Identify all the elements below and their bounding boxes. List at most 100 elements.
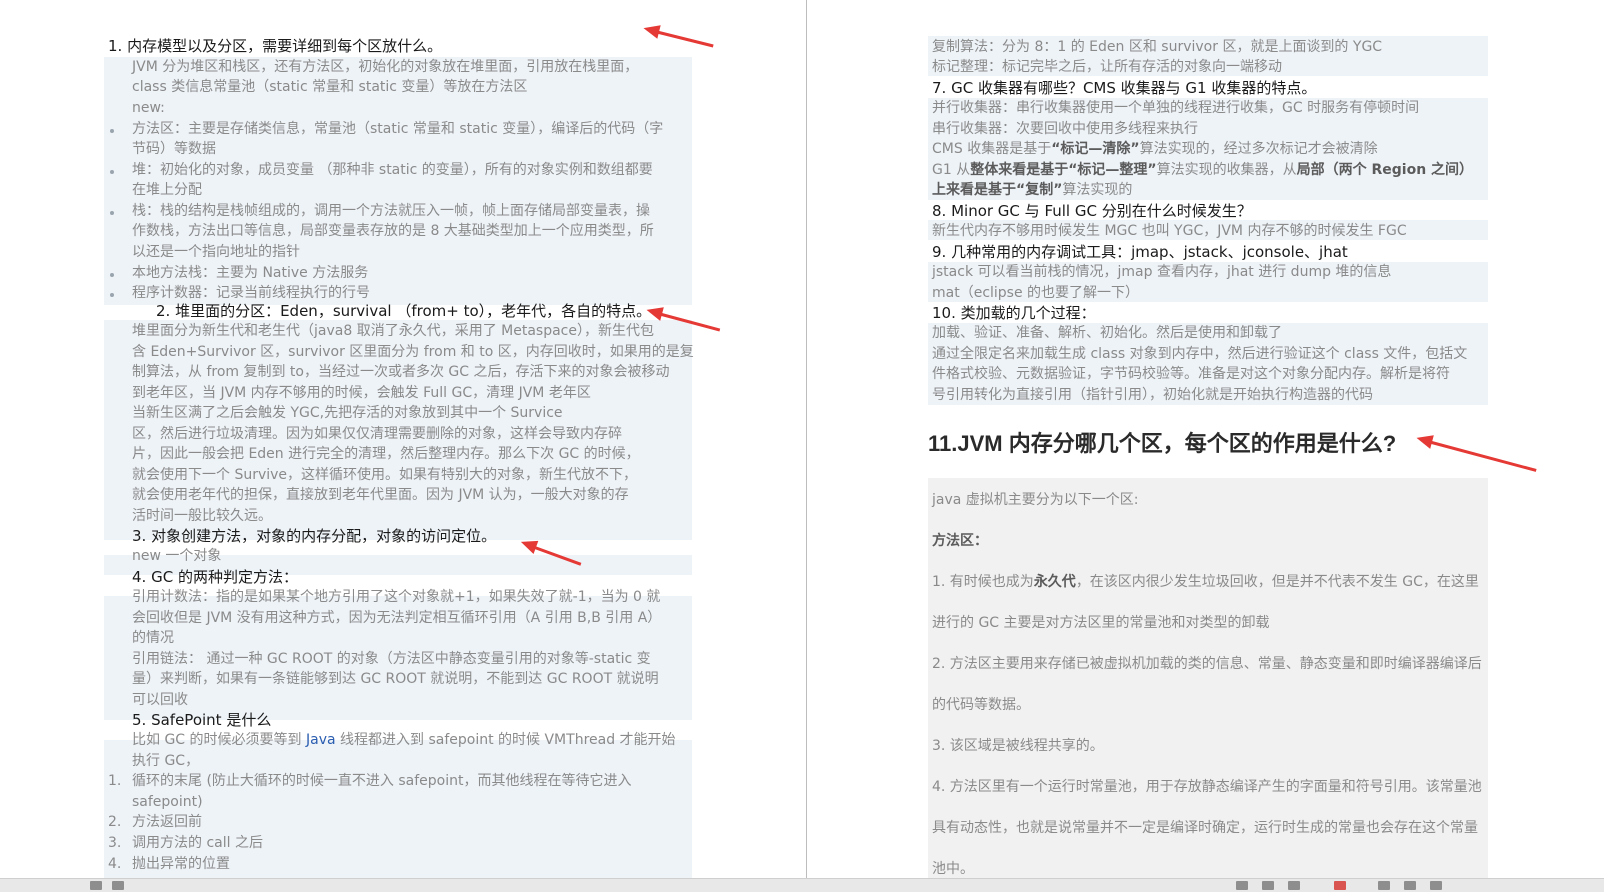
view-mode-icon[interactable] [1262, 881, 1274, 890]
status-bar [0, 878, 1604, 892]
bullet-dot [110, 211, 114, 215]
text-line: 堆里面分为新生代和老生代（java8 取消了永久代，采用了 Metaspace）… [132, 323, 654, 339]
text-line: 片，因此一般会把 Eden 进行完全的清理，然后整理内存。那么下次 GC 的时候… [132, 446, 640, 462]
bullet-dot [110, 129, 114, 133]
text-line: 并行收集器：串行收集器使用一个单独的线程进行收集，GC 时服务有停顿时间 [932, 100, 1420, 116]
text-line: 2. 方法区主要用来存储已被虚拟机加载的类的信息、常量、静态变量和即时编译器编译… [932, 656, 1482, 672]
view-mode-icon[interactable] [1288, 881, 1300, 890]
text-line: 以还是一个指向地址的指针 [132, 244, 300, 260]
layout-icon[interactable] [1378, 881, 1390, 890]
bold-span: 局部（两个 Region 之间） [1296, 162, 1474, 178]
text-span: 线程都进入到 safepoint 的时候 VMThread 才能开始 [335, 732, 676, 748]
text-line: 方法区：主要是存储类信息，常量池（static 常量和 static 变量），编… [132, 121, 664, 137]
text-line: 在堆上分配 [132, 182, 202, 198]
text-span: ，在该区内很少发生垃圾回收，但是并不代表不发生 GC，在这里 [1075, 574, 1479, 590]
page-divider [806, 0, 807, 878]
text-line: 具有动态性，也就是说常量并不一定是编译时确定，运行时生成的常量也会存在这个常量 [932, 820, 1478, 836]
text-line: 作数栈，方法出口等信息，局部变量表存放的是 8 大基础类型加上一个应用类型，所 [132, 223, 654, 239]
text-line: 加载、验证、准备、解析、初始化。然后是使用和卸载了 [932, 325, 1282, 341]
text-line: 号引用转化为直接引用（指针引用），初始化就是开始执行构造器的代码 [932, 387, 1373, 403]
text-span: 算法实现的，经过多次标记才会被清除 [1139, 141, 1378, 157]
text-line: 上来看是基于“复制”算法实现的 [932, 180, 1132, 200]
view-mode-icon[interactable] [1236, 881, 1248, 890]
text-line: 就会使用下一个 Survive，这样循环使用。如果有特别大的对象，新生代放不下， [132, 467, 638, 483]
text-line: 本地方法栈：主要为 Native 方法服务 [132, 265, 369, 281]
text-line: 引用计数法：指的是如果某个地方引用了这个对象就+1，如果失效了就-1，当为 0 … [132, 589, 661, 605]
text-line: 3. 该区域是被线程共享的。 [932, 738, 1104, 754]
heading-9: 9. 几种常用的内存调试工具：jmap、jstack、jconsole、jhat [932, 243, 1348, 261]
text-line: 比如 GC 的时候必须要等到 Java 线程都进入到 safepoint 的时候… [132, 730, 676, 750]
bold-span: “标记—清除” [1051, 141, 1140, 157]
page-nav-icon[interactable] [112, 881, 124, 890]
layout-icon[interactable] [1430, 881, 1442, 890]
text-line: 就会使用老年代的担保，直接放到老年代里面。因为 JVM 认为，一般大对象的存 [132, 487, 629, 503]
text-line: 栈：栈的结构是栈帧组成的，调用一个方法就压入一帧，帧上面存储局部变量表，操 [132, 203, 650, 219]
bullet-dot [110, 170, 114, 174]
text-line: class 类信息常量池（static 常量和 static 变量）等放在方法区 [132, 79, 528, 95]
layout-icon[interactable] [1404, 881, 1416, 890]
text-line: JVM 分为堆区和栈区，还有方法区，初始化的对象放在堆里面，引用放在栈里面， [132, 59, 639, 75]
bold-span: 上来看是基于“复制” [932, 182, 1063, 198]
text-line: java 虚拟机主要分为以下一个区: [932, 492, 1139, 508]
bold-span: 整体来看是基于“标记—整理” [970, 162, 1157, 178]
text-line: 区，然后进行垃圾清理。因为如果仅仅清理需要删除的对象，这样会导致内存碎 [132, 426, 622, 442]
text-line: 方法返回前 [132, 814, 202, 830]
heading-1: 1. 内存模型以及分区，需要详细到每个区放什么。 [108, 37, 443, 55]
heading-7: 7. GC 收集器有哪些？CMS 收集器与 G1 收集器的特点。 [932, 79, 1317, 97]
bold-span: 方法区： [932, 533, 988, 549]
text-line: 量）来判断，如果有一条链能够到达 GC ROOT 就说明，不能到达 GC ROO… [132, 671, 659, 687]
heading-5: 5. SafePoint 是什么 [132, 711, 272, 729]
text-line: 件格式校验、元数据验证，字节码校验等。准备是对这个对象分配内存。解析是将符 [932, 366, 1450, 382]
text-span: 算法实现的收集器，从 [1156, 162, 1297, 178]
record-icon[interactable] [1334, 881, 1346, 890]
text-line: 堆：初始化的对象，成员变量 （那种非 static 的变量），所有的对象实例和数… [132, 162, 653, 178]
text-line: 制算法，从 from 复制到 to，当经过一次或者多次 GC 之后，存活下来的对… [132, 364, 670, 380]
text-line: 通过全限定名来加载生成 class 对象到内存中，然后进行验证这个 class … [932, 346, 1468, 362]
text-line: 当新生区满了之后会触发 YGC,先把存活的对象放到其中一个 Survice [132, 405, 563, 421]
text-span: 算法实现的 [1062, 182, 1133, 198]
text-line: new: [132, 100, 165, 116]
text-line: 1. 有时候也成为永久代，在该区内很少发生垃圾回收，但是并不代表不发生 GC，在… [932, 572, 1479, 592]
text-line: 循环的末尾 (防止大循环的时候一直不进入 safepoint，而其他线程在等待它… [132, 773, 632, 789]
text-line: 程序计数器：记录当前线程执行的行号 [132, 285, 370, 301]
heading-3: 3. 对象创建方法，对象的内存分配，对象的访问定位。 [132, 527, 497, 545]
bullet-dot [110, 293, 114, 297]
text-line: 含 Eden+Survivor 区，survivor 区里面分为 from 和 … [132, 344, 694, 360]
text-line: new 一个对象 [132, 548, 222, 564]
section-heading-11: 11.JVM 内存分哪几个区，每个区的作用是什么? [928, 431, 1397, 456]
text-line: 执行 GC， [132, 753, 200, 769]
text-line: 活时间一般比较久远。 [132, 508, 272, 524]
text-line: 会回收但是 JVM 没有用这种方式，因为无法判定相互循环引用（A 引用 B,B … [132, 610, 662, 626]
java-link[interactable]: Java [306, 732, 336, 748]
text-line: 引用链法： 通过一种 GC ROOT 的对象（方法区中静态变量引用的对象等-st… [132, 651, 651, 667]
text-line: CMS 收集器是基于“标记—清除”算法实现的，经过多次标记才会被清除 [932, 139, 1378, 159]
text-span: G1 从 [932, 162, 971, 178]
text-line: jstack 可以看当前栈的情况，jmap 查看内存，jhat 进行 dump … [932, 264, 1392, 280]
document-page-left: 1. 内存模型以及分区，需要详细到每个区放什么。 JVM 分为堆区和栈区，还有方… [0, 0, 806, 878]
heading-2: 2. 堆里面的分区：Eden，survival （from+ to），老年代，各… [156, 302, 652, 320]
heading-8: 8. Minor GC 与 Full GC 分别在什么时候发生？ [932, 202, 1252, 220]
list-number: 3. [108, 835, 122, 851]
text-line: safepoint) [132, 794, 203, 810]
text-span: 1. 有时候也成为 [932, 574, 1034, 590]
section-label: 方法区： [932, 531, 988, 551]
text-line: 池中。 [932, 861, 974, 877]
heading-10: 10. 类加载的几个过程： [932, 304, 1096, 322]
bold-span: 永久代 [1033, 574, 1076, 590]
text-line: 标记整理：标记完毕之后，让所有存活的对象向一端移动 [932, 59, 1282, 75]
text-line: 调用方法的 call 之后 [132, 835, 263, 851]
list-number: 1. [108, 773, 122, 789]
text-line: 到老年区，当 JVM 内存不够用的时候，会触发 Full GC，清理 JVM 老… [132, 385, 591, 401]
text-line: 抛出异常的位置 [132, 856, 230, 872]
text-line: 可以回收 [132, 692, 188, 708]
page-nav-icon[interactable] [90, 881, 102, 890]
text-line: 进行的 GC 主要是对方法区里的常量池和对类型的卸载 [932, 615, 1270, 631]
text-line: 新生代内存不够用时候发生 MGC 也叫 YGC，JVM 内存不够的时候发生 FG… [932, 223, 1407, 239]
bullet-dot [110, 273, 114, 277]
text-line: 4. 方法区里有一个运行时常量池，用于存放静态编译产生的字面量和符号引用。该常量… [932, 779, 1482, 795]
text-line: 复制算法：分为 8：1 的 Eden 区和 survivor 区，就是上面谈到的… [932, 39, 1383, 55]
text-line: 串行收集器：次要回收中使用多线程来执行 [932, 121, 1198, 137]
text-span: 比如 GC 的时候必须要等到 [132, 732, 306, 748]
heading-4: 4. GC 的两种判定方法： [132, 568, 298, 586]
list-number: 2. [108, 814, 122, 830]
